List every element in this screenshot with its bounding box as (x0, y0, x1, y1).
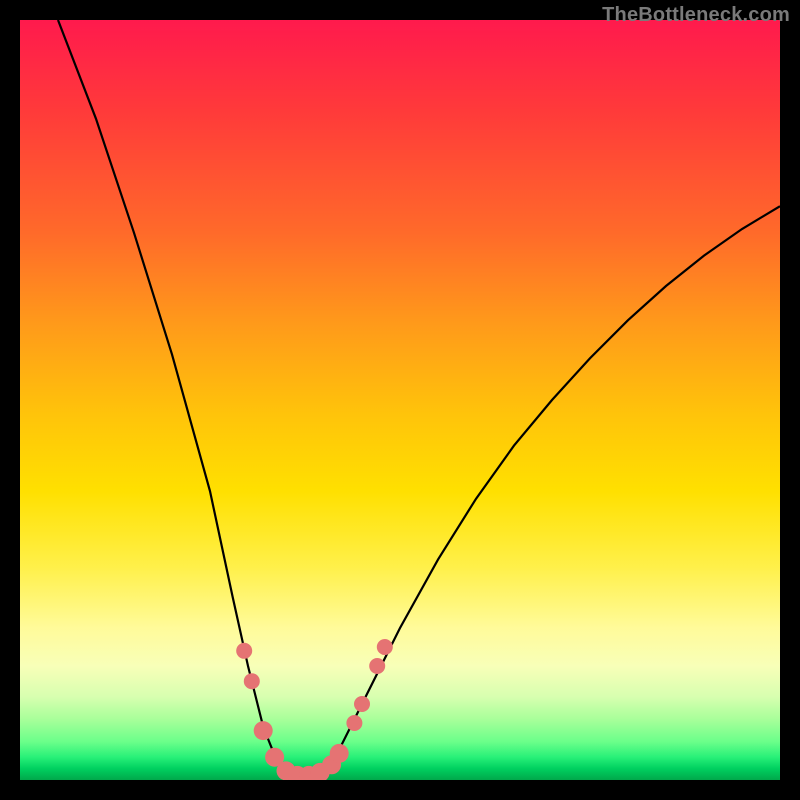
data-marker (254, 721, 273, 740)
data-marker (330, 744, 349, 763)
bottleneck-chart (20, 20, 780, 780)
data-marker (377, 639, 393, 655)
data-marker (236, 643, 252, 659)
data-marker (354, 696, 370, 712)
data-marker (346, 715, 362, 731)
data-marker (244, 673, 260, 689)
bottleneck-curve (58, 20, 780, 780)
data-marker (369, 658, 385, 674)
